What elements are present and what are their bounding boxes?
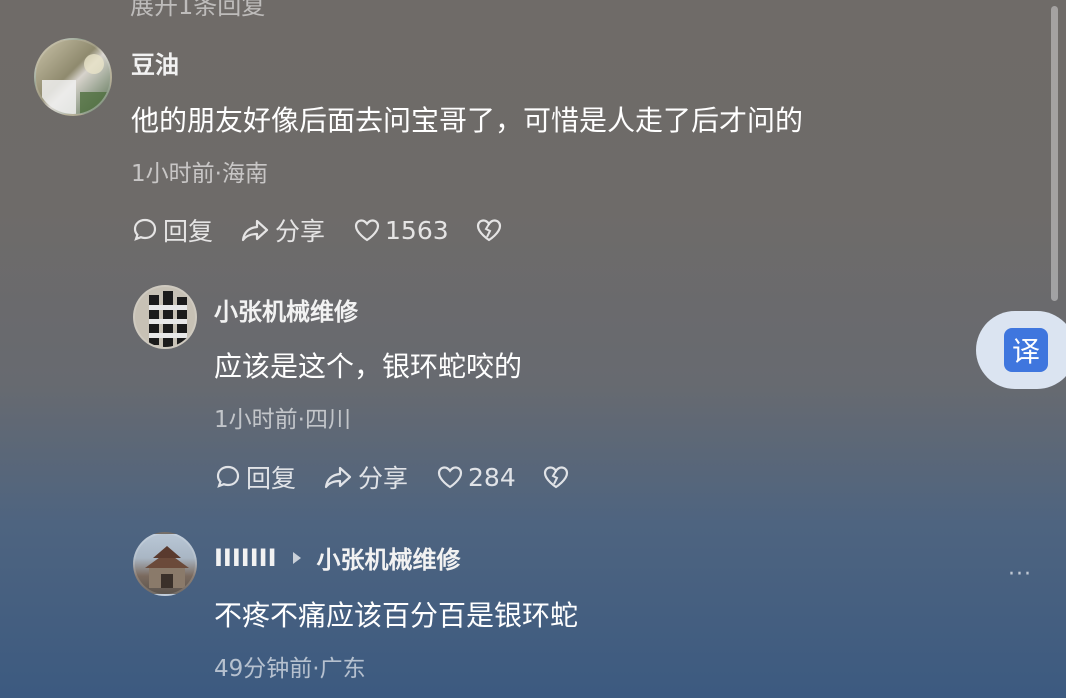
comment-text: 他的朋友好像后面去问宝哥了，可惜是人走了后才问的 [131, 104, 804, 137]
reply-to-username[interactable]: 小张机械维修 [317, 540, 461, 575]
comment-meta: 1小时前·四川 [214, 407, 351, 433]
more-options-button[interactable]: ··· [1008, 562, 1032, 587]
comment-bubble-icon [133, 218, 157, 241]
share-button[interactable]: 分享 [239, 212, 325, 248]
reply-label: 回复 [246, 464, 297, 493]
reply-button[interactable]: 回复 [131, 212, 213, 248]
scrollbar-thumb[interactable] [1051, 6, 1058, 301]
avatar-image-icon [149, 291, 187, 347]
scrollbar[interactable] [1048, 0, 1064, 305]
like-button[interactable]: 1563 [353, 216, 449, 245]
reply-arrow-icon [291, 544, 303, 572]
broken-heart-icon [476, 219, 501, 242]
dislike-button[interactable] [542, 464, 570, 490]
comment-meta: 1小时前·海南 [131, 161, 268, 187]
broken-heart-icon [543, 466, 568, 489]
comment-text: 不疼不痛应该百分百是银环蛇 [214, 599, 579, 632]
like-count: 284 [468, 462, 516, 492]
like-button[interactable]: 284 [436, 463, 516, 492]
translate-icon: 译 [1004, 328, 1048, 372]
avatar[interactable] [34, 38, 112, 116]
avatar-image-icon [145, 546, 189, 588]
comment-actions: 回复 分享 1563 [131, 212, 503, 248]
username[interactable]: 豆油 [131, 45, 179, 80]
avatar-image-icon [42, 54, 110, 114]
share-label: 分享 [275, 217, 326, 246]
comment-meta: 49分钟前·广东 [214, 656, 366, 682]
share-arrow-icon [241, 219, 269, 242]
comment-actions: 回复 分享 284 [214, 459, 570, 495]
comment-text: 应该是这个，银环蛇咬的 [214, 350, 523, 383]
reply-button[interactable]: 回复 [214, 459, 296, 495]
like-count: 1563 [385, 215, 449, 245]
share-arrow-icon [324, 466, 352, 489]
avatar[interactable] [133, 532, 197, 596]
dislike-button[interactable] [475, 217, 503, 243]
heart-icon [354, 219, 380, 242]
share-label: 分享 [358, 464, 409, 493]
username[interactable]: IIIIIII [214, 544, 277, 572]
comment-bubble-icon [216, 465, 240, 488]
share-button[interactable]: 分享 [322, 459, 408, 495]
username[interactable]: 小张机械维修 [214, 292, 358, 327]
top-cut-text[interactable]: 展开1条回复 [130, 0, 265, 21]
heart-icon [437, 466, 463, 489]
reply-label: 回复 [163, 217, 214, 246]
translate-button[interactable]: 译 [976, 311, 1066, 389]
reply-header: IIIIIII 小张机械维修 [214, 540, 461, 575]
avatar[interactable] [133, 285, 197, 349]
